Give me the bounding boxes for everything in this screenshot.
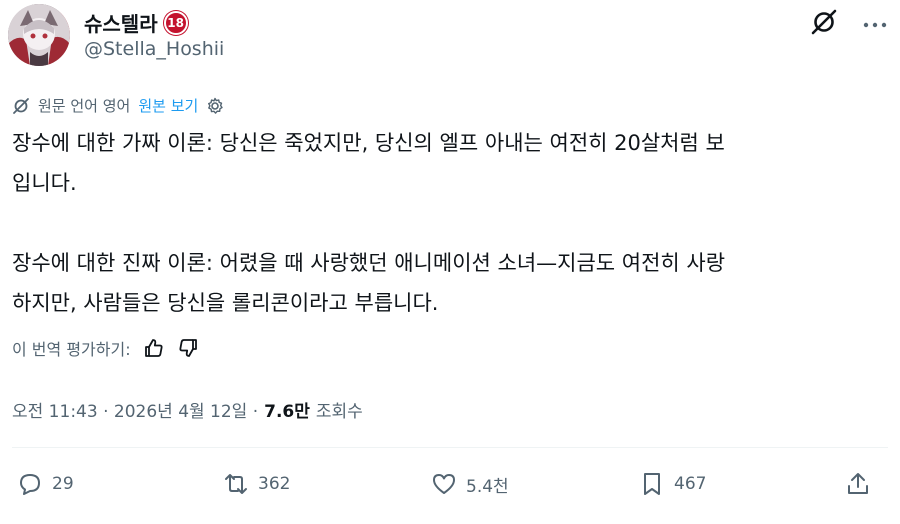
- share-icon: [848, 473, 868, 494]
- avatar-image: [8, 4, 70, 66]
- reply-button[interactable]: 29: [16, 470, 74, 498]
- share-button[interactable]: [844, 470, 872, 498]
- heart-icon: [433, 474, 455, 494]
- reply-count: 29: [52, 474, 74, 494]
- tweet-line: 입니다.: [12, 171, 77, 195]
- views-label: 조회수: [315, 402, 363, 422]
- tweet-meta: 오전 11:43 · 2026년 4월 12일 · 7.6만 조회수: [12, 397, 363, 422]
- views-count: 7.6만: [264, 402, 310, 422]
- gear-icon[interactable]: [206, 97, 224, 115]
- grok-icon[interactable]: [810, 8, 838, 36]
- grok-translate-icon: [13, 97, 29, 114]
- tweet-header: 슈스텔라 18 @Stella_Hoshii: [0, 0, 900, 80]
- tweet-line: 하지만, 사람들은 당신을 롤리콘이라고 부릅니다.: [12, 291, 439, 315]
- display-name[interactable]: 슈스텔라: [84, 8, 158, 37]
- translation-label: 원문 언어 영어: [38, 97, 131, 115]
- display-name-row: 슈스텔라 18: [84, 8, 188, 37]
- divider: [12, 447, 888, 448]
- tweet-text: 장수에 대한 가짜 이론: 당신은 죽었지만, 당신의 엘프 아내는 여전히 2…: [12, 123, 882, 323]
- timestamp[interactable]: 오전 11:43 · 2026년 4월 12일 ·: [12, 397, 258, 422]
- more-options-icon[interactable]: [862, 12, 888, 38]
- tweet-line: 장수에 대한 가짜 이론: 당신은 죽었지만, 당신의 엘프 아내는 여전히 2…: [12, 131, 725, 155]
- translation-bar: 원문 언어 영어 원본 보기: [12, 95, 224, 116]
- user-handle[interactable]: @Stella_Hoshii: [84, 38, 224, 60]
- bookmark-count: 467: [674, 474, 707, 494]
- age-badge-icon: 18: [163, 10, 188, 35]
- reply-icon: [20, 474, 40, 495]
- show-original-link[interactable]: 원본 보기: [138, 95, 198, 116]
- repost-icon: [225, 474, 247, 494]
- repost-button[interactable]: 362: [222, 470, 290, 498]
- thumbs-up-icon[interactable]: [143, 337, 165, 359]
- like-button[interactable]: 5.4천: [430, 470, 509, 498]
- bookmark-button[interactable]: 467: [638, 470, 706, 498]
- rate-translation: 이 번역 평가하기:: [12, 336, 199, 360]
- tweet-line: 장수에 대한 진짜 이론: 어렸을 때 사랑했던 애니메이션 소녀—지금도 여전…: [12, 251, 726, 275]
- action-bar: 29 362 5.4천 467: [0, 470, 900, 510]
- repost-count: 362: [258, 474, 291, 494]
- bookmark-icon: [644, 473, 660, 495]
- like-count: 5.4천: [466, 476, 509, 497]
- thumbs-down-icon[interactable]: [177, 337, 199, 359]
- rate-translation-label: 이 번역 평가하기:: [12, 340, 131, 359]
- avatar[interactable]: [8, 4, 70, 66]
